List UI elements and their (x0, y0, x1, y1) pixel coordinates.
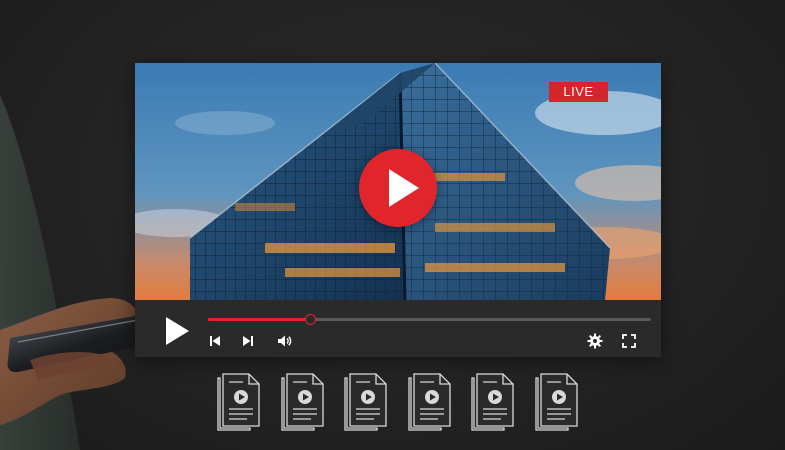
video-file-item[interactable] (280, 372, 326, 432)
video-player[interactable]: LIVE (135, 63, 661, 357)
video-file-icon (280, 373, 324, 431)
video-file-icon (471, 373, 514, 431)
settings-button[interactable] (587, 333, 603, 349)
video-file-icon (217, 373, 260, 431)
center-play-button[interactable] (359, 149, 437, 227)
previous-button[interactable] (207, 333, 223, 349)
fullscreen-button[interactable] (621, 333, 637, 349)
video-file-item[interactable] (216, 372, 262, 432)
gear-icon (587, 333, 603, 349)
video-file-icon (534, 373, 578, 431)
video-file-list (216, 372, 580, 434)
play-button[interactable] (164, 316, 190, 346)
progress-fill (208, 318, 310, 321)
video-file-item[interactable] (534, 372, 580, 432)
player-controls-bar (135, 300, 661, 357)
video-file-icon (344, 373, 387, 431)
progress-bar[interactable] (208, 314, 651, 325)
play-circle-icon (389, 169, 419, 207)
fullscreen-icon (622, 334, 636, 348)
skip-previous-icon (210, 336, 220, 346)
volume-icon (278, 335, 292, 347)
stage: LIVE (0, 0, 785, 450)
volume-button[interactable] (276, 333, 292, 349)
video-file-item[interactable] (343, 372, 389, 432)
skip-next-icon (243, 336, 253, 346)
video-frame[interactable]: LIVE (135, 63, 661, 300)
progress-scrubber[interactable] (304, 314, 316, 325)
video-file-item[interactable] (407, 372, 453, 432)
live-badge: LIVE (549, 82, 608, 102)
video-file-icon (407, 373, 451, 431)
video-file-item[interactable] (470, 372, 516, 432)
play-icon (166, 317, 189, 345)
next-button[interactable] (240, 333, 256, 349)
